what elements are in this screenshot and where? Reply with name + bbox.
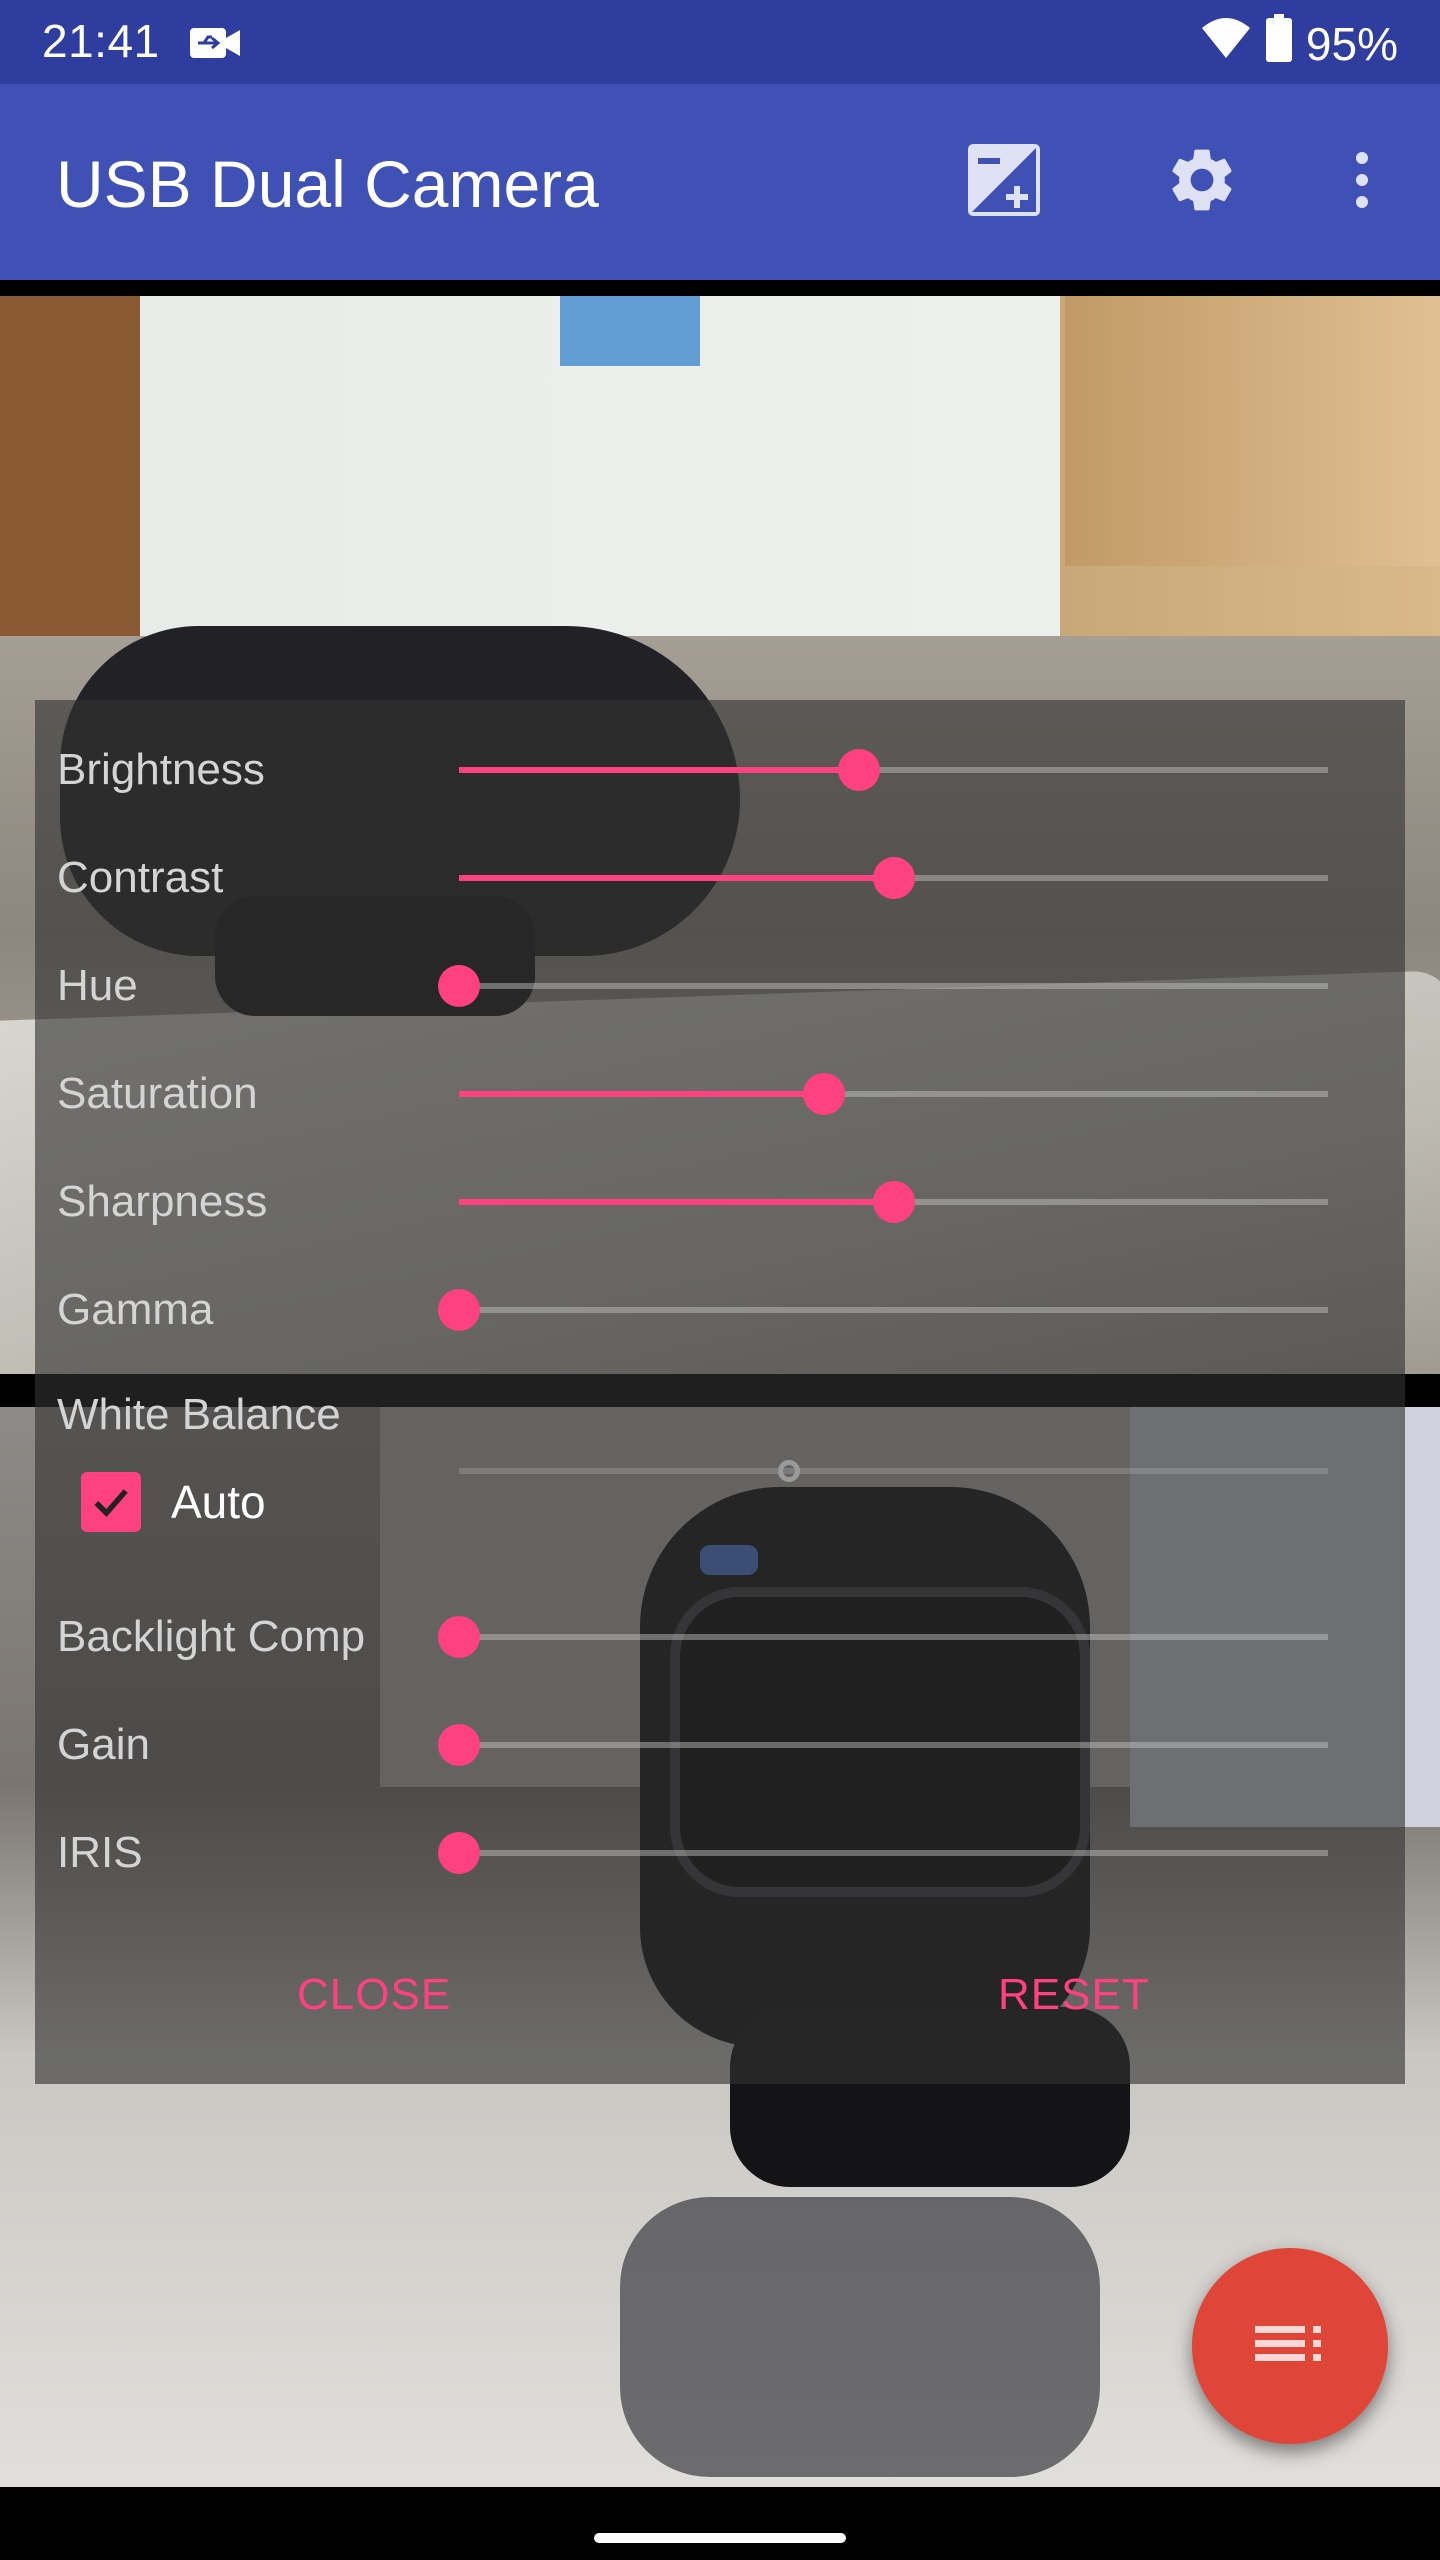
exposure-button[interactable] (964, 142, 1044, 222)
home-gesture-handle[interactable] (594, 2533, 846, 2543)
hue-slider[interactable] (438, 932, 1328, 1040)
app-title: USB Dual Camera (56, 147, 599, 221)
preview-scene (1065, 296, 1440, 566)
slider-thumb[interactable] (438, 1616, 480, 1658)
close-button[interactable]: CLOSE (297, 1970, 451, 2020)
slider-thumb[interactable] (872, 857, 915, 899)
gain-slider[interactable] (438, 1691, 1328, 1799)
checkbox-checked[interactable] (81, 1472, 141, 1532)
slider-label: Sharpness (57, 1177, 268, 1226)
exposure-icon (966, 142, 1042, 223)
list-menu-icon (1255, 2324, 1325, 2369)
usb-camera-icon (190, 28, 240, 58)
battery-percent: 95% (1305, 17, 1398, 70)
saturation-slider[interactable] (459, 1040, 1328, 1148)
slider-row-hue: Hue (35, 932, 1405, 1040)
slider-track (459, 983, 1328, 989)
slider-thumb (778, 1460, 801, 1482)
slider-track (459, 1742, 1328, 1748)
slider-label: Saturation (57, 1069, 258, 1118)
settings-icon (1164, 142, 1240, 223)
slider-row-saturation: Saturation (35, 1040, 1405, 1148)
slider-fill (459, 1199, 894, 1205)
slider-row-gain: Gain (35, 1691, 1405, 1799)
slider-track (459, 1468, 1328, 1474)
slider-thumb[interactable] (802, 1073, 845, 1115)
gamma-slider[interactable] (438, 1256, 1328, 1364)
slider-label: Gamma (57, 1285, 214, 1334)
slider-row-iris: IRIS (35, 1799, 1405, 1907)
more-options-icon (1352, 150, 1372, 215)
divider (0, 280, 1440, 296)
status-bar: 21:41 95% (0, 0, 1440, 84)
more-options-button[interactable] (1322, 142, 1402, 222)
preview-scene (620, 2197, 1100, 2477)
battery-icon (1265, 14, 1292, 73)
slider-thumb[interactable] (438, 1289, 480, 1331)
slider-row-backlight-comp: Backlight Comp (35, 1583, 1405, 1691)
slider-thumb[interactable] (438, 1832, 480, 1874)
slider-fill (459, 767, 859, 773)
slider-fill (459, 875, 894, 881)
white-balance-auto-checkbox[interactable]: Auto (81, 1472, 266, 1532)
settings-button[interactable] (1162, 142, 1242, 222)
slider-thumb[interactable] (438, 1724, 480, 1766)
menu-fab-button[interactable] (1192, 2248, 1388, 2444)
wifi-icon (1200, 16, 1252, 71)
slider-thumb[interactable] (438, 965, 480, 1007)
sharpness-slider[interactable] (459, 1148, 1328, 1256)
slider-label: IRIS (57, 1828, 143, 1877)
slider-label: Brightness (57, 745, 265, 794)
slider-label: Hue (57, 961, 138, 1010)
reset-button[interactable]: RESET (998, 1970, 1150, 2020)
slider-thumb[interactable] (837, 749, 880, 791)
slider-thumb[interactable] (872, 1181, 915, 1223)
slider-track (459, 1307, 1328, 1313)
slider-track (459, 1850, 1328, 1856)
slider-label: Backlight Comp (57, 1612, 366, 1661)
navigation-bar (0, 2487, 1440, 2560)
checkmark-icon (94, 1489, 128, 1518)
backlight-comp-slider[interactable] (438, 1583, 1328, 1691)
camera-controls-panel: Brightness Contrast Hue Saturation Sharp… (35, 700, 1405, 2084)
preview-scene (560, 296, 700, 366)
app-bar: USB Dual Camera (0, 84, 1440, 280)
iris-slider[interactable] (438, 1799, 1328, 1907)
slider-label: Contrast (57, 853, 224, 902)
slider-track (459, 1634, 1328, 1640)
white-balance-slider (459, 1417, 1328, 1525)
brightness-slider[interactable] (459, 716, 1328, 824)
auto-label: Auto (171, 1476, 266, 1528)
slider-row-sharpness: Sharpness (35, 1148, 1405, 1256)
slider-row-contrast: Contrast (35, 824, 1405, 932)
status-time: 21:41 (42, 15, 160, 67)
slider-row-gamma: Gamma (35, 1256, 1405, 1364)
slider-row-brightness: Brightness (35, 716, 1405, 824)
slider-label: Gain (57, 1720, 150, 1769)
contrast-slider[interactable] (459, 824, 1328, 932)
slider-fill (459, 1091, 824, 1097)
